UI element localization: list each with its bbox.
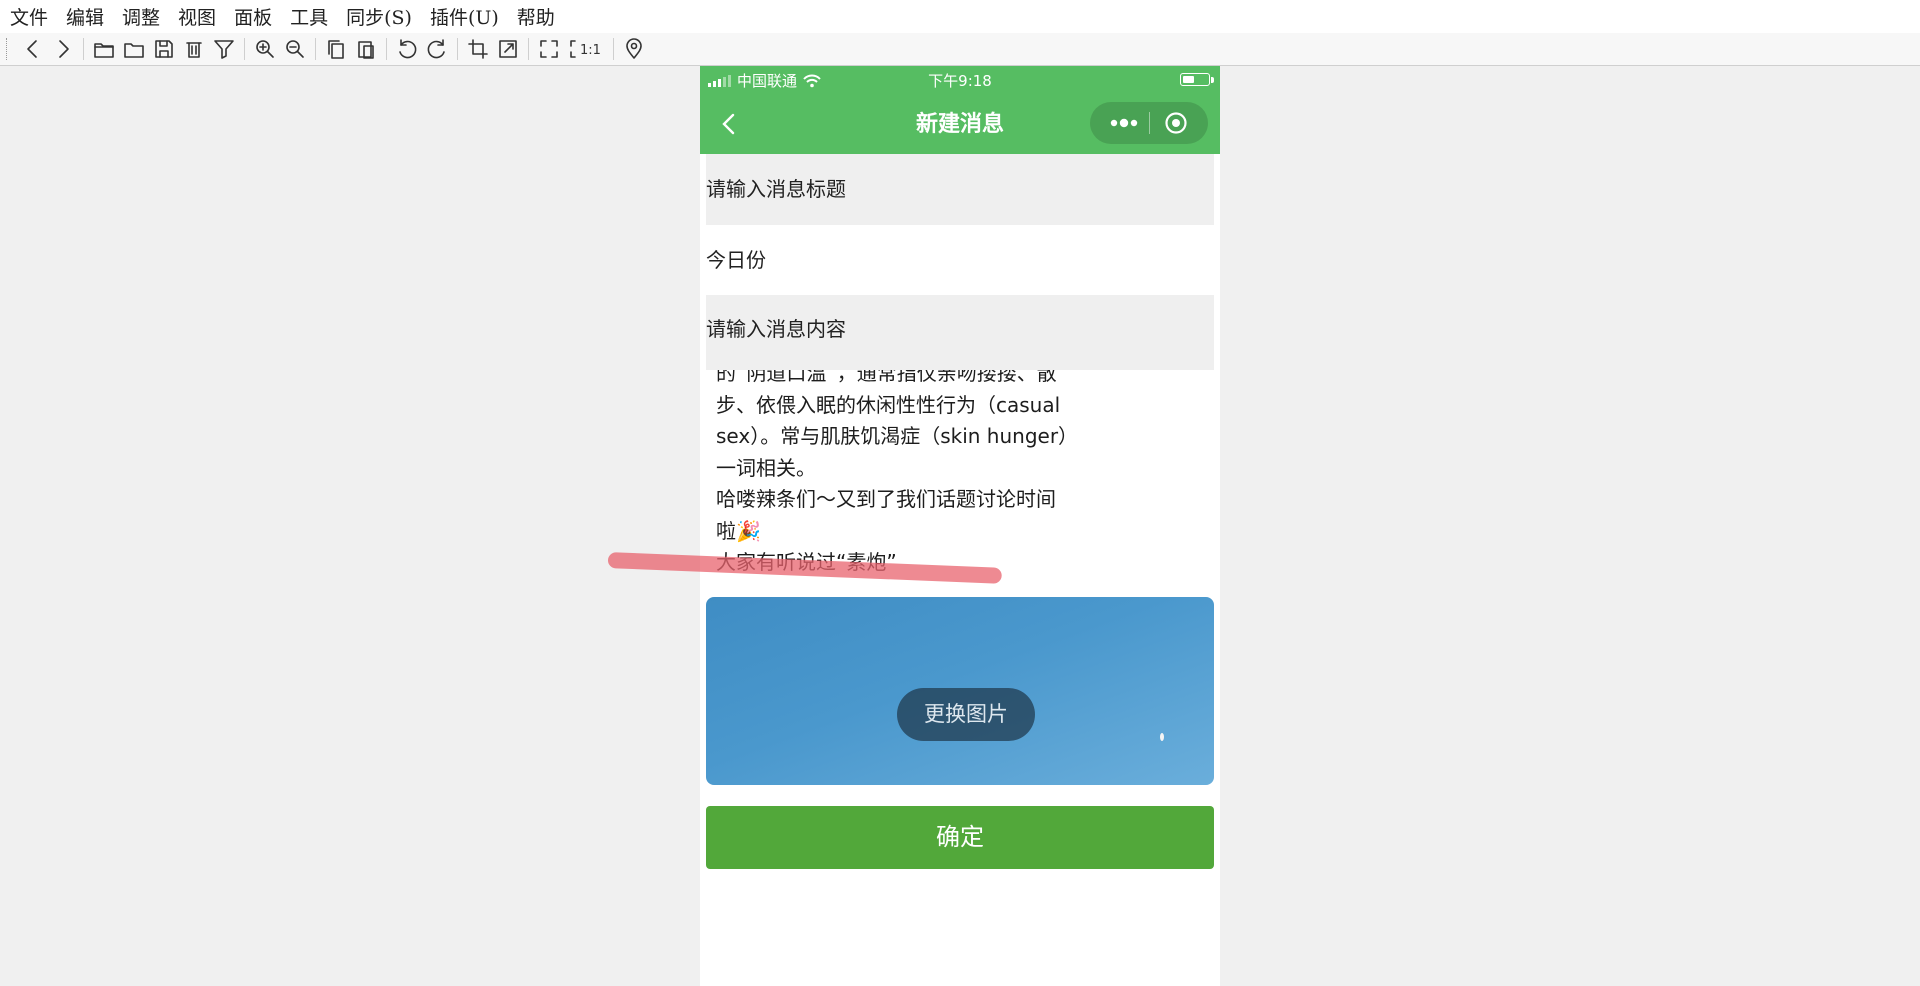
menu-help[interactable]: 帮助: [517, 3, 555, 30]
menu-panel[interactable]: 面板: [234, 3, 272, 30]
status-bar: 中国联通 下午9:18: [700, 66, 1220, 92]
paste-icon[interactable]: [351, 34, 381, 64]
copy-icon[interactable]: [321, 34, 351, 64]
menu-sync[interactable]: 同步(S): [346, 3, 412, 30]
change-image-button[interactable]: 更换图片: [897, 688, 1035, 741]
toolbar-separator: [315, 38, 316, 60]
message-title-input[interactable]: 请输入消息标题: [706, 154, 1214, 225]
actual-size-icon[interactable]: 1:1: [564, 34, 608, 64]
save-icon[interactable]: [149, 34, 179, 64]
menu-bar: 文件 编辑 调整 视图 面板 工具 同步(S) 插件(U) 帮助: [0, 0, 1920, 33]
more-icon[interactable]: [1104, 112, 1144, 134]
zoom-in-icon[interactable]: [250, 34, 280, 64]
zoom-out-icon[interactable]: [280, 34, 310, 64]
toolbar-separator: [613, 38, 614, 60]
close-miniprogram-icon[interactable]: [1164, 111, 1188, 135]
location-icon[interactable]: [619, 34, 649, 64]
nav-bar: 新建消息: [700, 92, 1220, 154]
menu-plugins[interactable]: 插件(U): [430, 3, 499, 30]
confirm-button[interactable]: 确定: [706, 806, 1214, 869]
forward-icon[interactable]: [48, 34, 78, 64]
crop-icon[interactable]: [463, 34, 493, 64]
back-icon[interactable]: [18, 34, 48, 64]
message-body-text: 的“阴道口温”，通常指仅亲吻搂搂、散 步、依偎入眠的休闲性性行为（casual …: [716, 370, 1079, 574]
message-content-input[interactable]: 请输入消息内容: [706, 295, 1214, 370]
battery-tip: [1211, 77, 1214, 83]
delete-icon[interactable]: [179, 34, 209, 64]
menu-tools[interactable]: 工具: [290, 3, 328, 30]
date-field[interactable]: 今日份: [706, 226, 1214, 294]
cover-image[interactable]: 更换图片: [706, 597, 1214, 785]
capsule-menu: [1090, 102, 1208, 144]
toolbar: 1:1: [0, 33, 1920, 66]
toolbar-separator: [528, 38, 529, 60]
menu-edit[interactable]: 编辑: [66, 3, 104, 30]
rotate-left-icon[interactable]: [392, 34, 422, 64]
moon-shape: [1160, 733, 1164, 741]
rotate-right-icon[interactable]: [422, 34, 452, 64]
toolbar-separator: [244, 38, 245, 60]
toolbar-separator: [386, 38, 387, 60]
phone-preview: 中国联通 下午9:18 新建消息 请输入消息标题 今日份 请输入消息内容 的“阴…: [700, 66, 1220, 986]
menu-adjust[interactable]: 调整: [122, 3, 160, 30]
fit-screen-icon[interactable]: [534, 34, 564, 64]
actual-size-label: 1:1: [580, 43, 601, 58]
toolbar-grip[interactable]: [6, 38, 10, 60]
toolbar-separator: [83, 38, 84, 60]
menu-view[interactable]: 视图: [178, 3, 216, 30]
capsule-divider: [1149, 112, 1150, 134]
battery-icon: [1180, 73, 1210, 86]
folder-icon[interactable]: [119, 34, 149, 64]
open-folder-icon[interactable]: [89, 34, 119, 64]
menu-file[interactable]: 文件: [10, 3, 48, 30]
status-time: 下午9:18: [928, 72, 992, 90]
resize-icon[interactable]: [493, 34, 523, 64]
filter-icon[interactable]: [209, 34, 239, 64]
toolbar-separator: [457, 38, 458, 60]
